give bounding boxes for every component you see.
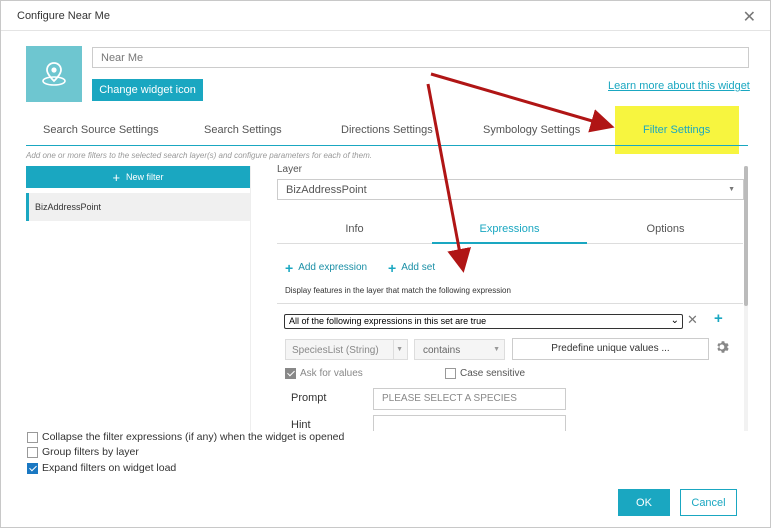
filter-hint-text: Add one or more filters to the selected … xyxy=(26,151,372,160)
ask-for-values-checkbox[interactable]: Ask for values xyxy=(285,368,363,379)
dialog-title: Configure Near Me xyxy=(17,10,110,22)
group-filters-label: Group filters by layer xyxy=(42,446,139,458)
plus-icon: + xyxy=(388,259,397,276)
case-sensitive-label: Case sensitive xyxy=(460,368,526,379)
hint-label: Hint xyxy=(291,419,311,431)
title-bar: Configure Near Me ✕ xyxy=(1,1,770,31)
expand-filters-checkbox[interactable]: Expand filters on widget load xyxy=(27,462,176,474)
prompt-label: Prompt xyxy=(291,392,327,404)
scrollbar-thumb[interactable] xyxy=(744,166,748,306)
checkbox-unchecked-icon xyxy=(445,368,456,379)
tab-filter-settings[interactable]: Filter Settings xyxy=(643,124,710,136)
divider xyxy=(393,340,394,359)
caret-down-icon: ▼ xyxy=(493,346,500,353)
group-filters-checkbox[interactable]: Group filters by layer xyxy=(27,446,139,458)
layer-select-value: BizAddressPoint xyxy=(286,184,367,196)
hint-input[interactable] xyxy=(373,415,566,431)
set-condition-value: All of the following expressions in this… xyxy=(289,316,487,326)
widget-icon-preview xyxy=(26,46,82,102)
cancel-button[interactable]: Cancel xyxy=(680,489,737,516)
expression-description: Display features in the layer that match… xyxy=(285,286,511,295)
remove-set-icon[interactable]: ✕ xyxy=(687,312,698,328)
checkbox-checked-icon xyxy=(285,368,296,379)
tab-directions-settings[interactable]: Directions Settings xyxy=(341,124,433,136)
add-expression-link[interactable]: + Add expression xyxy=(285,259,368,276)
subtab-expressions[interactable]: Expressions xyxy=(432,216,587,244)
collapse-expressions-label: Collapse the filter expressions (if any)… xyxy=(42,431,345,443)
operator-select-value: contains xyxy=(423,345,461,356)
settings-tabs: Search Source Settings Search Settings D… xyxy=(26,118,748,146)
field-select[interactable]: SpeciesList (String) ▼ xyxy=(285,339,408,360)
layer-label: Layer xyxy=(277,164,303,175)
gear-icon[interactable] xyxy=(716,340,730,354)
caret-down-icon: ▼ xyxy=(396,346,403,353)
expand-filters-label: Expand filters on widget load xyxy=(42,462,177,474)
add-expression-plus-icon[interactable]: + xyxy=(714,310,723,327)
set-condition-select[interactable]: All of the following expressions in this… xyxy=(284,314,683,329)
add-set-link[interactable]: + Add set xyxy=(388,259,436,276)
checkbox-unchecked-icon xyxy=(27,446,38,458)
layer-select[interactable]: BizAddressPoint ▼ xyxy=(277,179,744,200)
collapse-expressions-checkbox[interactable]: Collapse the filter expressions (if any)… xyxy=(27,431,344,443)
field-select-value: SpeciesList (String) xyxy=(292,345,379,356)
tab-search-source-settings[interactable]: Search Source Settings xyxy=(43,124,159,136)
filter-subtabs: Info Expressions Options xyxy=(277,216,743,244)
filter-list-item[interactable]: BizAddressPoint xyxy=(26,193,250,221)
close-icon[interactable]: ✕ xyxy=(743,7,756,27)
ok-button[interactable]: OK xyxy=(618,489,670,516)
divider xyxy=(277,303,743,304)
plus-icon: + xyxy=(285,259,294,276)
subtab-options[interactable]: Options xyxy=(588,216,743,244)
checkbox-checked-icon xyxy=(27,462,38,474)
panel-divider xyxy=(250,166,251,431)
checkbox-unchecked-icon xyxy=(27,431,38,443)
new-filter-button[interactable]: + New filter xyxy=(26,166,250,188)
caret-down-icon: ▼ xyxy=(728,186,735,193)
chevron-down-icon: ⌄ xyxy=(670,315,679,326)
add-expression-label: Add expression xyxy=(298,262,368,273)
configure-dialog: Configure Near Me ✕ Change widget icon L… xyxy=(0,0,771,528)
operator-select[interactable]: contains ▼ xyxy=(414,339,505,360)
add-set-label: Add set xyxy=(401,262,436,273)
prompt-input[interactable]: PLEASE SELECT A SPECIES xyxy=(373,388,566,410)
location-pin-icon xyxy=(42,62,66,86)
tab-symbology-settings[interactable]: Symbology Settings xyxy=(483,124,580,136)
widget-name-input[interactable] xyxy=(92,47,749,68)
plus-icon: + xyxy=(112,169,121,185)
case-sensitive-checkbox[interactable]: Case sensitive xyxy=(445,368,525,379)
predefine-values-button[interactable]: Predefine unique values ... xyxy=(512,338,709,360)
tab-search-settings[interactable]: Search Settings xyxy=(204,124,282,136)
learn-more-link[interactable]: Learn more about this widget xyxy=(608,80,750,92)
ask-for-values-label: Ask for values xyxy=(300,368,363,379)
change-widget-icon-button[interactable]: Change widget icon xyxy=(92,79,203,101)
new-filter-label: New filter xyxy=(126,172,164,182)
subtab-info[interactable]: Info xyxy=(277,216,432,244)
